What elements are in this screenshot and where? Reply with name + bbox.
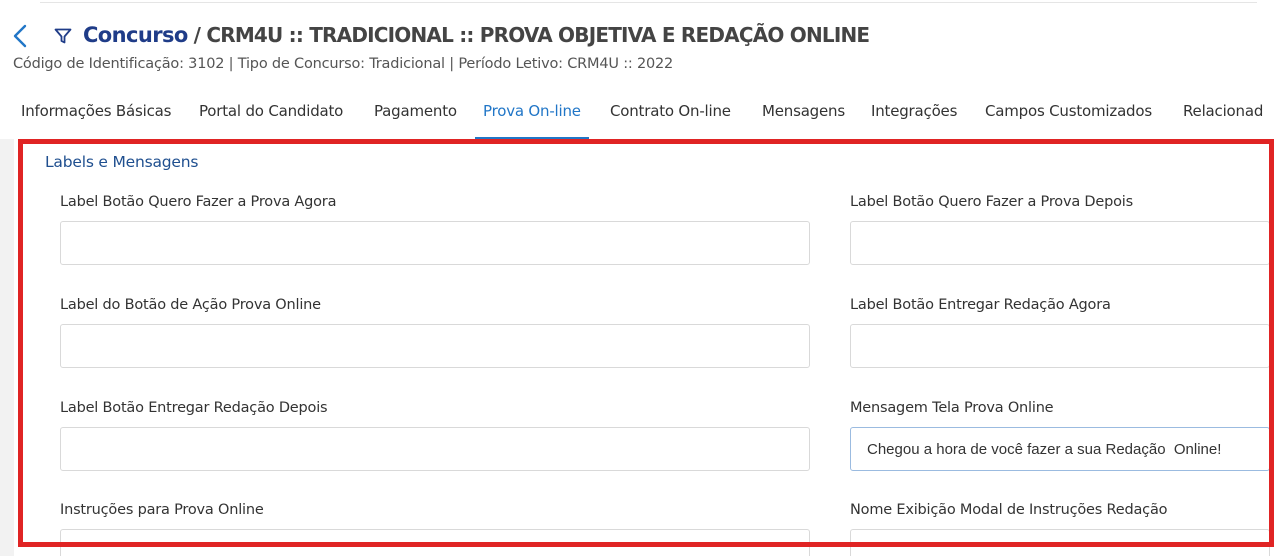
- tab-informacoes-basicas[interactable]: Informações Básicas: [21, 92, 171, 139]
- tab-campos-customizados[interactable]: Campos Customizados: [985, 92, 1152, 139]
- input-mensagem-tela[interactable]: [850, 427, 1270, 471]
- field-label-entregar-redacao-depois: Label Botão Entregar Redação Depois: [60, 400, 328, 416]
- input-modal-instrucoes[interactable]: [850, 529, 1270, 556]
- tab-bar: Informações Básicas Portal do Candidato …: [0, 92, 1275, 139]
- input-entregar-redacao-depois[interactable]: [60, 427, 810, 471]
- field-label-modal-instrucoes: Nome Exibição Modal de Instruções Redaçã…: [850, 502, 1168, 518]
- filter-icon[interactable]: [53, 26, 73, 46]
- input-entregar-redacao-agora[interactable]: [850, 324, 1270, 368]
- page-title-path: / CRM4U :: TRADICIONAL :: PROVA OBJETIVA…: [193, 23, 870, 47]
- tab-integracoes[interactable]: Integrações: [871, 92, 957, 139]
- chevron-left-icon[interactable]: [10, 23, 32, 49]
- input-prova-depois[interactable]: [850, 221, 1270, 265]
- tab-relacionados[interactable]: Relacionad: [1183, 92, 1263, 139]
- input-prova-agora[interactable]: [60, 221, 810, 265]
- page-subtitle: Código de Identificação: 3102 | Tipo de …: [13, 56, 674, 72]
- tab-contrato-online[interactable]: Contrato On-line: [610, 92, 731, 139]
- field-label-mensagem-tela: Mensagem Tela Prova Online: [850, 400, 1054, 416]
- input-instrucoes-prova[interactable]: [60, 529, 810, 556]
- tab-portal-do-candidato[interactable]: Portal do Candidato: [199, 92, 343, 139]
- field-label-entregar-redacao-agora: Label Botão Entregar Redação Agora: [850, 297, 1111, 313]
- tab-pagamento[interactable]: Pagamento: [374, 92, 457, 139]
- section-title: Labels e Mensagens: [45, 153, 199, 171]
- top-divider: [40, 2, 1257, 3]
- page-title-main: Concurso: [83, 23, 188, 47]
- field-label-acao-prova-online: Label do Botão de Ação Prova Online: [60, 297, 321, 313]
- field-label-instrucoes-prova: Instruções para Prova Online: [60, 502, 264, 518]
- left-gutter: [0, 139, 14, 556]
- field-label-prova-agora: Label Botão Quero Fazer a Prova Agora: [60, 194, 337, 210]
- input-acao-prova-online[interactable]: [60, 324, 810, 368]
- tab-prova-online[interactable]: Prova On-line: [475, 92, 589, 139]
- page-header: Concurso / CRM4U :: TRADICIONAL :: PROVA …: [0, 18, 1275, 78]
- tab-mensagens[interactable]: Mensagens: [762, 92, 845, 139]
- field-label-prova-depois: Label Botão Quero Fazer a Prova Depois: [850, 194, 1133, 210]
- page-title: Concurso / CRM4U :: TRADICIONAL :: PROVA …: [83, 23, 870, 47]
